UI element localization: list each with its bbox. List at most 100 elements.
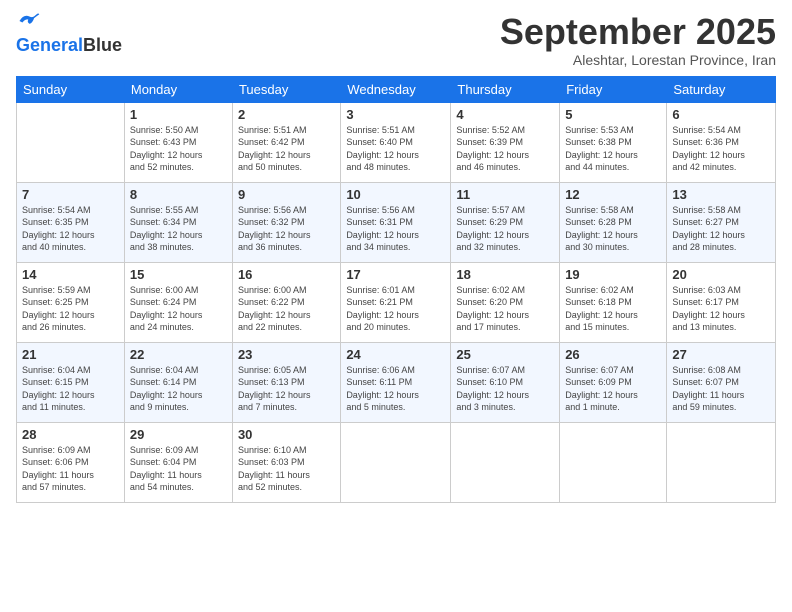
day-number: 7 bbox=[22, 187, 119, 202]
table-row: 18 Sunrise: 6:02 AM Sunset: 6:20 PM Dayli… bbox=[451, 262, 560, 342]
day-info: Sunrise: 5:51 AM Sunset: 6:40 PM Dayligh… bbox=[346, 124, 445, 174]
day-number: 25 bbox=[456, 347, 554, 362]
day-info: Sunrise: 6:04 AM Sunset: 6:14 PM Dayligh… bbox=[130, 364, 227, 414]
day-info: Sunrise: 6:02 AM Sunset: 6:20 PM Dayligh… bbox=[456, 284, 554, 334]
table-row: 15 Sunrise: 6:00 AM Sunset: 6:24 PM Dayli… bbox=[124, 262, 232, 342]
logo-icon bbox=[18, 12, 40, 30]
table-row: 22 Sunrise: 6:04 AM Sunset: 6:14 PM Dayli… bbox=[124, 342, 232, 422]
day-info: Sunrise: 6:07 AM Sunset: 6:09 PM Dayligh… bbox=[565, 364, 661, 414]
day-number: 27 bbox=[672, 347, 770, 362]
day-info: Sunrise: 5:59 AM Sunset: 6:25 PM Dayligh… bbox=[22, 284, 119, 334]
table-row: 26 Sunrise: 6:07 AM Sunset: 6:09 PM Dayli… bbox=[560, 342, 667, 422]
day-info: Sunrise: 5:52 AM Sunset: 6:39 PM Dayligh… bbox=[456, 124, 554, 174]
table-row: 29 Sunrise: 6:09 AM Sunset: 6:04 PM Dayli… bbox=[124, 422, 232, 502]
day-number: 19 bbox=[565, 267, 661, 282]
calendar-week-row: 7 Sunrise: 5:54 AM Sunset: 6:35 PM Daylig… bbox=[17, 182, 776, 262]
page-container: General Blue September 2025 Aleshtar, Lo… bbox=[0, 0, 792, 612]
day-number: 20 bbox=[672, 267, 770, 282]
day-info: Sunrise: 6:05 AM Sunset: 6:13 PM Dayligh… bbox=[238, 364, 335, 414]
day-info: Sunrise: 6:04 AM Sunset: 6:15 PM Dayligh… bbox=[22, 364, 119, 414]
day-number: 3 bbox=[346, 107, 445, 122]
table-row: 8 Sunrise: 5:55 AM Sunset: 6:34 PM Daylig… bbox=[124, 182, 232, 262]
day-info: Sunrise: 5:50 AM Sunset: 6:43 PM Dayligh… bbox=[130, 124, 227, 174]
day-info: Sunrise: 5:56 AM Sunset: 6:31 PM Dayligh… bbox=[346, 204, 445, 254]
header-thursday: Thursday bbox=[451, 76, 560, 102]
day-info: Sunrise: 5:54 AM Sunset: 6:35 PM Dayligh… bbox=[22, 204, 119, 254]
table-row: 1 Sunrise: 5:50 AM Sunset: 6:43 PM Daylig… bbox=[124, 102, 232, 182]
day-number: 30 bbox=[238, 427, 335, 442]
day-number: 11 bbox=[456, 187, 554, 202]
day-number: 17 bbox=[346, 267, 445, 282]
day-number: 15 bbox=[130, 267, 227, 282]
day-info: Sunrise: 5:51 AM Sunset: 6:42 PM Dayligh… bbox=[238, 124, 335, 174]
table-row: 16 Sunrise: 6:00 AM Sunset: 6:22 PM Dayli… bbox=[232, 262, 340, 342]
day-info: Sunrise: 6:00 AM Sunset: 6:24 PM Dayligh… bbox=[130, 284, 227, 334]
table-row bbox=[17, 102, 125, 182]
table-row: 24Sunrise: 6:06 AM Sunset: 6:11 PM Dayli… bbox=[341, 342, 451, 422]
calendar-week-row: 28 Sunrise: 6:09 AM Sunset: 6:06 PM Dayli… bbox=[17, 422, 776, 502]
day-info: Sunrise: 6:09 AM Sunset: 6:06 PM Dayligh… bbox=[22, 444, 119, 494]
header: General Blue September 2025 Aleshtar, Lo… bbox=[16, 12, 776, 68]
month-title: September 2025 bbox=[500, 12, 776, 52]
calendar-week-row: 14 Sunrise: 5:59 AM Sunset: 6:25 PM Dayli… bbox=[17, 262, 776, 342]
table-row: 19 Sunrise: 6:02 AM Sunset: 6:18 PM Dayli… bbox=[560, 262, 667, 342]
day-info: Sunrise: 5:54 AM Sunset: 6:36 PM Dayligh… bbox=[672, 124, 770, 174]
day-number: 8 bbox=[130, 187, 227, 202]
table-row: 2 Sunrise: 5:51 AM Sunset: 6:42 PM Daylig… bbox=[232, 102, 340, 182]
table-row: 13Sunrise: 5:58 AM Sunset: 6:27 PM Dayli… bbox=[667, 182, 776, 262]
table-row: 20Sunrise: 6:03 AM Sunset: 6:17 PM Dayli… bbox=[667, 262, 776, 342]
calendar-week-row: 1 Sunrise: 5:50 AM Sunset: 6:43 PM Daylig… bbox=[17, 102, 776, 182]
day-number: 26 bbox=[565, 347, 661, 362]
day-info: Sunrise: 6:00 AM Sunset: 6:22 PM Dayligh… bbox=[238, 284, 335, 334]
table-row: 30 Sunrise: 6:10 AM Sunset: 6:03 PM Dayli… bbox=[232, 422, 340, 502]
table-row: 21 Sunrise: 6:04 AM Sunset: 6:15 PM Dayli… bbox=[17, 342, 125, 422]
day-number: 2 bbox=[238, 107, 335, 122]
day-number: 28 bbox=[22, 427, 119, 442]
logo: General Blue bbox=[16, 12, 122, 56]
day-info: Sunrise: 6:09 AM Sunset: 6:04 PM Dayligh… bbox=[130, 444, 227, 494]
day-number: 21 bbox=[22, 347, 119, 362]
day-number: 10 bbox=[346, 187, 445, 202]
table-row: 17 Sunrise: 6:01 AM Sunset: 6:21 PM Dayli… bbox=[341, 262, 451, 342]
table-row: 5Sunrise: 5:53 AM Sunset: 6:38 PM Daylig… bbox=[560, 102, 667, 182]
table-row: 10 Sunrise: 5:56 AM Sunset: 6:31 PM Dayli… bbox=[341, 182, 451, 262]
day-number: 14 bbox=[22, 267, 119, 282]
day-info: Sunrise: 6:06 AM Sunset: 6:11 PM Dayligh… bbox=[346, 364, 445, 414]
table-row: 3 Sunrise: 5:51 AM Sunset: 6:40 PM Daylig… bbox=[341, 102, 451, 182]
day-number: 16 bbox=[238, 267, 335, 282]
day-info: Sunrise: 6:02 AM Sunset: 6:18 PM Dayligh… bbox=[565, 284, 661, 334]
table-row: 27Sunrise: 6:08 AM Sunset: 6:07 PM Dayli… bbox=[667, 342, 776, 422]
day-number: 4 bbox=[456, 107, 554, 122]
calendar-header-row: Sunday Monday Tuesday Wednesday Thursday… bbox=[17, 76, 776, 102]
day-info: Sunrise: 5:56 AM Sunset: 6:32 PM Dayligh… bbox=[238, 204, 335, 254]
header-monday: Monday bbox=[124, 76, 232, 102]
logo-general: General bbox=[16, 35, 83, 56]
day-info: Sunrise: 6:07 AM Sunset: 6:10 PM Dayligh… bbox=[456, 364, 554, 414]
logo-blue: Blue bbox=[83, 35, 122, 56]
day-info: Sunrise: 5:53 AM Sunset: 6:38 PM Dayligh… bbox=[565, 124, 661, 174]
table-row: 28 Sunrise: 6:09 AM Sunset: 6:06 PM Dayli… bbox=[17, 422, 125, 502]
day-number: 9 bbox=[238, 187, 335, 202]
table-row: 7 Sunrise: 5:54 AM Sunset: 6:35 PM Daylig… bbox=[17, 182, 125, 262]
day-info: Sunrise: 5:55 AM Sunset: 6:34 PM Dayligh… bbox=[130, 204, 227, 254]
calendar-week-row: 21 Sunrise: 6:04 AM Sunset: 6:15 PM Dayli… bbox=[17, 342, 776, 422]
day-number: 23 bbox=[238, 347, 335, 362]
day-info: Sunrise: 6:10 AM Sunset: 6:03 PM Dayligh… bbox=[238, 444, 335, 494]
table-row: 11 Sunrise: 5:57 AM Sunset: 6:29 PM Dayli… bbox=[451, 182, 560, 262]
table-row bbox=[341, 422, 451, 502]
day-number: 13 bbox=[672, 187, 770, 202]
table-row: 12 Sunrise: 5:58 AM Sunset: 6:28 PM Dayli… bbox=[560, 182, 667, 262]
table-row: 4 Sunrise: 5:52 AM Sunset: 6:39 PM Daylig… bbox=[451, 102, 560, 182]
day-info: Sunrise: 5:57 AM Sunset: 6:29 PM Dayligh… bbox=[456, 204, 554, 254]
day-number: 29 bbox=[130, 427, 227, 442]
day-number: 18 bbox=[456, 267, 554, 282]
day-info: Sunrise: 5:58 AM Sunset: 6:28 PM Dayligh… bbox=[565, 204, 661, 254]
title-section: September 2025 Aleshtar, Lorestan Provin… bbox=[500, 12, 776, 68]
day-number: 1 bbox=[130, 107, 227, 122]
table-row: 9 Sunrise: 5:56 AM Sunset: 6:32 PM Daylig… bbox=[232, 182, 340, 262]
day-number: 12 bbox=[565, 187, 661, 202]
header-friday: Friday bbox=[560, 76, 667, 102]
header-saturday: Saturday bbox=[667, 76, 776, 102]
day-number: 22 bbox=[130, 347, 227, 362]
day-info: Sunrise: 6:01 AM Sunset: 6:21 PM Dayligh… bbox=[346, 284, 445, 334]
